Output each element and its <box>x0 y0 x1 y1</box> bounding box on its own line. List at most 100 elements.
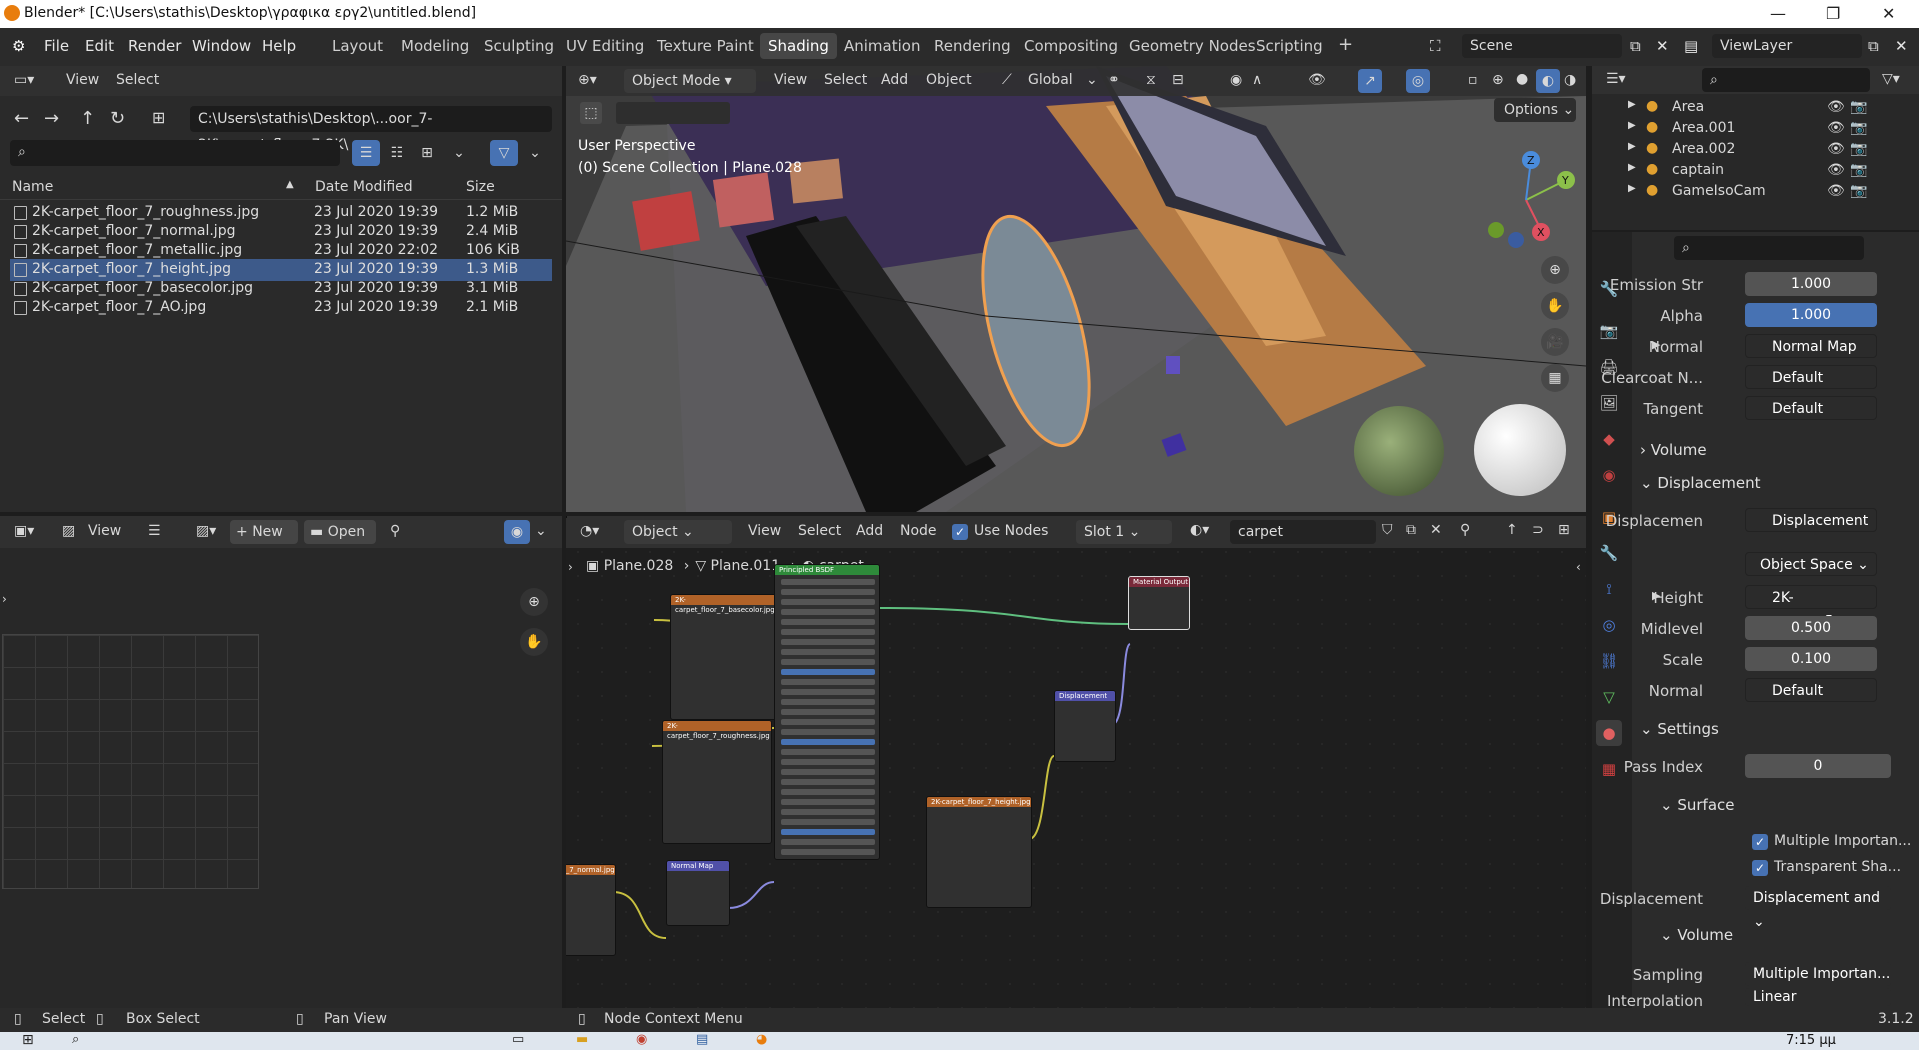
navigation-gizmo[interactable]: Y X Z <box>1476 150 1576 250</box>
modifiers-tab-icon[interactable]: 🔧 <box>1596 540 1622 566</box>
bsdf-input-row[interactable] <box>781 699 875 705</box>
overlay-chevron-icon[interactable]: ⌄ <box>535 523 547 539</box>
tab-animation[interactable]: Animation <box>844 37 920 55</box>
node-height-texture[interactable]: 2K-carpet_floor_7_height.jpg <box>926 796 1032 908</box>
scene-tab-icon[interactable]: ◆ <box>1596 426 1622 452</box>
back-arrow-icon[interactable]: ← <box>14 108 29 129</box>
midlevel-field[interactable]: 0.500 <box>1745 616 1877 640</box>
outliner-item[interactable]: ▶ ● GameIsoCam 👁 📷 <box>1592 182 1919 202</box>
object-mode-dropdown[interactable]: Object Mode ▾ <box>624 69 756 93</box>
interpolation-dropdown[interactable]: Linear <box>1745 988 1891 1006</box>
ortho-toggle-icon[interactable]: ▦ <box>1541 364 1569 392</box>
sidebar-toggle-icon[interactable]: › <box>2 592 7 606</box>
node-roughness-texture[interactable]: 2K-carpet_floor_7_roughness.jpg <box>662 720 772 844</box>
bsdf-input-row[interactable] <box>781 689 875 695</box>
camera-view-icon[interactable]: 🎥 <box>1541 328 1569 356</box>
expand-icon[interactable]: ▶ <box>1628 141 1636 152</box>
column-date-modified[interactable]: Date Modified <box>315 179 413 195</box>
multiple-importance-checkbox[interactable]: ✓ <box>1752 834 1768 850</box>
snap-icon[interactable]: ⧖ <box>1146 72 1156 88</box>
physics-tab-icon[interactable]: ◎ <box>1596 612 1622 638</box>
viewport-menu-object[interactable]: Object <box>926 72 972 88</box>
volume2-section-header[interactable]: ⌄ Volume <box>1660 926 1733 944</box>
menu-render[interactable]: Render <box>128 37 181 55</box>
bsdf-input-row[interactable] <box>781 809 875 815</box>
filter-chevron-icon[interactable]: ⌄ <box>522 140 548 166</box>
tab-texture-paint[interactable]: Texture Paint <box>657 37 754 55</box>
tangent-field[interactable]: Default <box>1745 396 1877 420</box>
tab-modeling[interactable]: Modeling <box>401 37 469 55</box>
camera-render-icon[interactable]: 📷 <box>1850 183 1867 199</box>
tab-rendering[interactable]: Rendering <box>934 37 1011 55</box>
directory-path-field[interactable]: C:\Users\stathis\Desktop\...oor_7-2K\car… <box>190 106 552 153</box>
file-explorer-icon[interactable]: ▬ <box>576 1032 588 1047</box>
tab-shading[interactable]: Shading <box>760 33 837 59</box>
open-image-button[interactable]: ▬ Open <box>304 520 376 544</box>
viewport-editor-type-icon[interactable]: ⊕▾ <box>578 72 597 88</box>
rendered-shading-icon[interactable]: ◑ <box>1564 72 1576 88</box>
outliner-item[interactable]: ▶ ● Area.002 👁 📷 <box>1592 140 1919 160</box>
pivot-icon[interactable]: ⚭ <box>1108 72 1120 88</box>
file-row[interactable]: 2K-carpet_floor_7_AO.jpg 23 Jul 2020 19:3… <box>10 297 552 319</box>
column-name[interactable]: Name <box>12 179 53 195</box>
zoom-icon[interactable]: ⊕ <box>520 588 548 616</box>
bsdf-input-row[interactable] <box>781 839 875 845</box>
minimize-icon[interactable]: — <box>1770 4 1786 23</box>
eye-icon[interactable]: 👁 <box>1827 141 1845 157</box>
bsdf-input-row[interactable] <box>781 729 875 735</box>
bsdf-input-row[interactable] <box>781 779 875 785</box>
windows-start-icon[interactable]: ⊞ <box>22 1032 34 1048</box>
expand-icon[interactable]: ▶ <box>1628 162 1636 173</box>
bsdf-input-row[interactable] <box>781 619 875 625</box>
scene-selector[interactable]: Scene <box>1462 34 1622 58</box>
pan-hand-icon[interactable]: ✋ <box>520 628 548 656</box>
remove-view-layer-icon[interactable]: ✕ <box>1895 37 1908 55</box>
node-toolbar-toggle-icon[interactable]: › <box>568 560 573 574</box>
expand-icon[interactable]: ▶ <box>1628 99 1636 110</box>
new-scene-icon[interactable]: ⧉ <box>1630 37 1641 55</box>
options-dropdown[interactable]: Options ⌄ <box>1494 98 1576 122</box>
sampling-dropdown[interactable]: Multiple Importan... ⌄ <box>1745 962 1891 1006</box>
bsdf-input-row[interactable] <box>781 639 875 645</box>
outliner-filter-icon[interactable]: ▽▾ <box>1882 71 1900 87</box>
node-basecolor-texture[interactable]: 2K-carpet_floor_7_basecolor.jpg <box>670 594 778 720</box>
bsdf-input-row[interactable] <box>781 769 875 775</box>
viewport-menu-select[interactable]: Select <box>824 72 867 88</box>
visibility-icon[interactable]: 👁 <box>1308 72 1326 88</box>
particles-tab-icon[interactable]: ⟟ <box>1596 576 1622 602</box>
view-layer-selector[interactable]: ViewLayer <box>1712 34 1862 58</box>
properties-search-input[interactable]: ⌕ <box>1674 236 1864 260</box>
expand-icon[interactable]: ▶ <box>1628 183 1636 194</box>
parent-dir-icon[interactable]: ↑ <box>80 108 95 129</box>
tab-layout[interactable]: Layout <box>332 37 383 55</box>
bsdf-input-row[interactable] <box>781 789 875 795</box>
view-layer-tab-icon[interactable]: 🖼 <box>1596 390 1622 416</box>
displacement-section-header[interactable]: ⌄ Displacement <box>1640 474 1760 492</box>
falloff-icon[interactable]: ∧ <box>1252 72 1262 88</box>
proportional-edit-icon[interactable]: ◉ <box>1230 72 1242 88</box>
image-editor-type-icon[interactable]: ▣▾ <box>14 523 34 539</box>
render-tab-icon[interactable]: 📷 <box>1596 318 1622 344</box>
forward-arrow-icon[interactable]: → <box>44 108 59 129</box>
menu-edit[interactable]: Edit <box>85 37 114 55</box>
taskbar-search-icon[interactable]: ⌕ <box>72 1032 79 1047</box>
volume-section-header[interactable]: › Volume <box>1640 441 1707 459</box>
bsdf-input-row[interactable] <box>781 719 875 725</box>
bsdf-input-row[interactable] <box>781 749 875 755</box>
viewport-menu-view[interactable]: View <box>774 72 807 88</box>
displacement-link-field[interactable]: Displacement <box>1745 508 1877 532</box>
eye-icon[interactable]: 👁 <box>1827 162 1845 178</box>
space-dropdown[interactable]: Object Space ⌄ <box>1745 552 1877 576</box>
transform-orientation-dropdown[interactable]: Global <box>1028 72 1073 88</box>
app-icon[interactable]: ▤ <box>696 1032 708 1047</box>
orientation-chevron-icon[interactable]: ⌄ <box>1086 72 1098 88</box>
camera-render-icon[interactable]: 📷 <box>1850 99 1867 115</box>
normal2-field[interactable]: Default <box>1745 678 1877 702</box>
refresh-icon[interactable]: ↻ <box>110 108 125 129</box>
eye-icon[interactable]: 👁 <box>1827 183 1845 199</box>
tab-geometry-nodes[interactable]: Geometry Nodes <box>1129 37 1256 55</box>
viewport-overlays-icon[interactable]: ◎ <box>1406 69 1430 93</box>
menu-file[interactable]: File <box>44 37 69 55</box>
image-mode-icon[interactable]: ▨ <box>62 523 75 539</box>
outliner-item[interactable]: ▶ ● Area 👁 📷 <box>1592 98 1919 118</box>
